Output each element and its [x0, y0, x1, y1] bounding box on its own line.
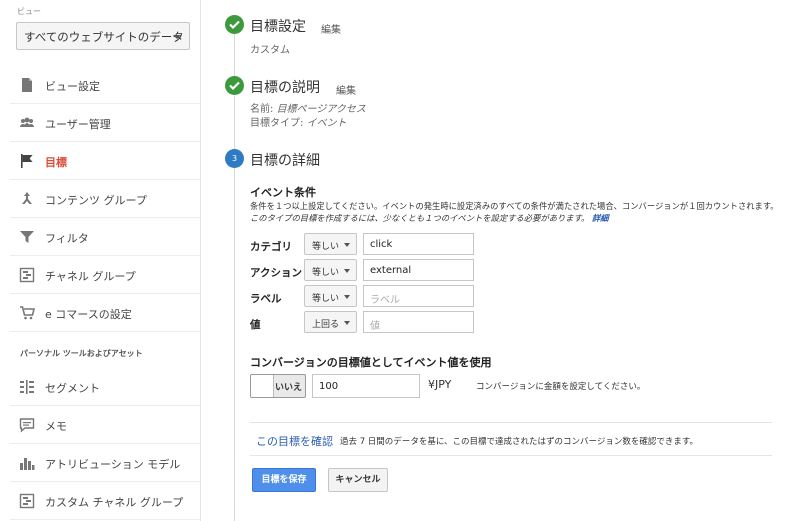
condition-value-label[interactable]: ラベル: [363, 285, 474, 307]
condition-label-category: カテゴリ: [250, 241, 292, 253]
channel-group-icon: [19, 493, 35, 509]
sidebar-item-filter[interactable]: フィルタ: [10, 218, 200, 256]
condition-value-value[interactable]: 値: [363, 311, 474, 333]
chevron-down-icon: [344, 243, 350, 247]
cancel-button[interactable]: キャンセル: [328, 468, 388, 492]
chevron-down-icon: [173, 35, 181, 39]
step-connector: [234, 96, 235, 150]
sidebar-item-label: チャネル グループ: [45, 270, 136, 283]
document-icon: [22, 78, 32, 92]
sidebar-item-user-management[interactable]: ユーザー管理: [10, 104, 200, 142]
edit-goal-setup-link[interactable]: 編集: [321, 21, 341, 36]
event-conditions-note-text: このタイプの目標を作成するには、少なくとも１つのイベントを設定する必要があります…: [250, 213, 590, 223]
sidebar-item-label: セグメント: [45, 382, 100, 395]
toggle-label: いいえ: [274, 383, 302, 393]
sidebar-item-label: ビュー設定: [45, 80, 100, 93]
event-conditions-heading: イベント条件: [250, 186, 316, 199]
bar-chart-icon: [20, 458, 35, 470]
condition-operator-action[interactable]: 等しい: [304, 259, 357, 281]
condition-label-action: アクション: [250, 267, 302, 279]
sidebar-item-label: アトリビューション モデル: [45, 458, 181, 471]
sidebar-item-label: メモ: [45, 420, 67, 433]
event-conditions-note: このタイプの目標を作成するには、少なくとも１つのイベントを設定する必要があります…: [250, 212, 609, 224]
use-event-value-heading: コンバージョンの目標値としてイベント値を使用: [250, 356, 492, 369]
save-goal-button[interactable]: 目標を保存: [252, 468, 316, 492]
sidebar: ビュー すべてのウェブサイトのデータ ビュー設定 ユーザー管理 目標 コンテンツ…: [0, 0, 201, 521]
step-number-badge: 3: [225, 149, 244, 168]
chevron-down-icon: [344, 295, 350, 299]
goal-setup-panel: 目標設定 編集 カスタム 目標の説明 編集 名前: 目標ページアクセス 目標タイ…: [201, 0, 800, 521]
sidebar-item-label: フィルタ: [45, 232, 89, 245]
section-title-personal-tools: パーソナル ツールおよびアセット: [20, 349, 143, 358]
sidebar-item-segments[interactable]: セグメント: [10, 368, 200, 406]
checkmark-icon: [225, 76, 244, 95]
cart-icon: [20, 306, 35, 320]
goal-value-note: コンバージョンに金額を設定してください。: [476, 382, 646, 392]
step-connector: [234, 34, 235, 76]
view-selector[interactable]: すべてのウェブサイトのデータ: [16, 22, 190, 50]
sidebar-item-label: e コマースの設定: [45, 308, 132, 321]
event-conditions-description: 条件を１つ以上設定してください。イベントの発生時に設定済みのすべての条件が満たさ…: [250, 201, 779, 211]
sidebar-item-attribution-model[interactable]: アトリビューション モデル: [10, 444, 200, 482]
sidebar-item-content-group[interactable]: コンテンツ グループ: [10, 180, 200, 218]
operator-value: 等しい: [312, 242, 340, 252]
sidebar-item-goals[interactable]: 目標: [10, 142, 200, 180]
edit-goal-description-link[interactable]: 編集: [336, 82, 356, 97]
currency-label: ¥JPY: [428, 378, 452, 391]
verify-goal-note: 過去 7 日間のデータを基に、この目標で達成されたはずのコンバージョン数を確認で…: [340, 437, 699, 447]
filter-icon: [20, 231, 34, 243]
goal-value-input[interactable]: 100: [312, 374, 420, 398]
step-title-goal-details: 目標の詳細: [250, 153, 320, 169]
operator-value: 等しい: [312, 268, 340, 278]
checkmark-icon: [225, 15, 244, 34]
goal-name-summary: 名前: 目標ページアクセス: [250, 100, 366, 115]
flag-icon: [21, 154, 33, 168]
toggle-knob: [251, 375, 274, 397]
step-title-goal-description: 目標の説明: [250, 80, 320, 96]
condition-operator-category[interactable]: 等しい: [304, 233, 357, 255]
goal-type-label: 目標タイプ:: [250, 118, 304, 129]
sidebar-item-channel-group[interactable]: チャネル グループ: [10, 256, 200, 294]
goal-type-value: イベント: [306, 118, 347, 129]
step-title-goal-setup: 目標設定: [250, 19, 306, 35]
chevron-down-icon: [344, 321, 350, 325]
sidebar-item-ecommerce[interactable]: e コマースの設定: [10, 294, 200, 332]
segment-icon: [20, 380, 34, 394]
sidebar-item-view-settings[interactable]: ビュー設定: [10, 66, 200, 104]
condition-value-category[interactable]: click: [363, 233, 474, 255]
sidebar-item-label: 目標: [45, 156, 67, 169]
condition-value-action[interactable]: external: [363, 259, 474, 281]
goal-type-summary: 目標タイプ: イベント: [250, 114, 347, 129]
sidebar-item-label: ユーザー管理: [45, 118, 111, 131]
users-icon: [20, 117, 34, 127]
condition-operator-value[interactable]: 上回る: [304, 311, 357, 333]
step-connector: [234, 168, 235, 521]
verify-goal-section: この目標を確認 過去 7 日間のデータを基に、この目標で達成されたはずのコンバー…: [250, 422, 772, 456]
condition-label-label: ラベル: [250, 293, 282, 305]
sidebar-item-label: カスタム チャネル グループ: [45, 496, 184, 509]
operator-value: 等しい: [312, 294, 340, 304]
view-label: ビュー: [17, 7, 41, 16]
sidebar-item-notes[interactable]: メモ: [10, 406, 200, 444]
goal-setup-summary: カスタム: [250, 45, 290, 56]
chevron-down-icon: [344, 269, 350, 273]
operator-value: 上回る: [312, 320, 340, 330]
use-event-value-toggle[interactable]: いいえ: [250, 374, 306, 398]
condition-operator-label[interactable]: 等しい: [304, 285, 357, 307]
verify-goal-link[interactable]: この目標を確認: [256, 433, 333, 449]
view-selector-value: すべてのウェブサイトのデータ: [24, 30, 184, 44]
sidebar-item-custom-channel-group[interactable]: カスタム チャネル グループ: [10, 482, 200, 520]
channel-group-icon: [19, 267, 35, 283]
sidebar-item-label: コンテンツ グループ: [45, 194, 147, 207]
condition-label-value: 値: [250, 319, 261, 331]
note-icon: [19, 418, 35, 433]
content-group-icon: [22, 192, 32, 204]
learn-more-link[interactable]: 詳細: [592, 213, 609, 223]
